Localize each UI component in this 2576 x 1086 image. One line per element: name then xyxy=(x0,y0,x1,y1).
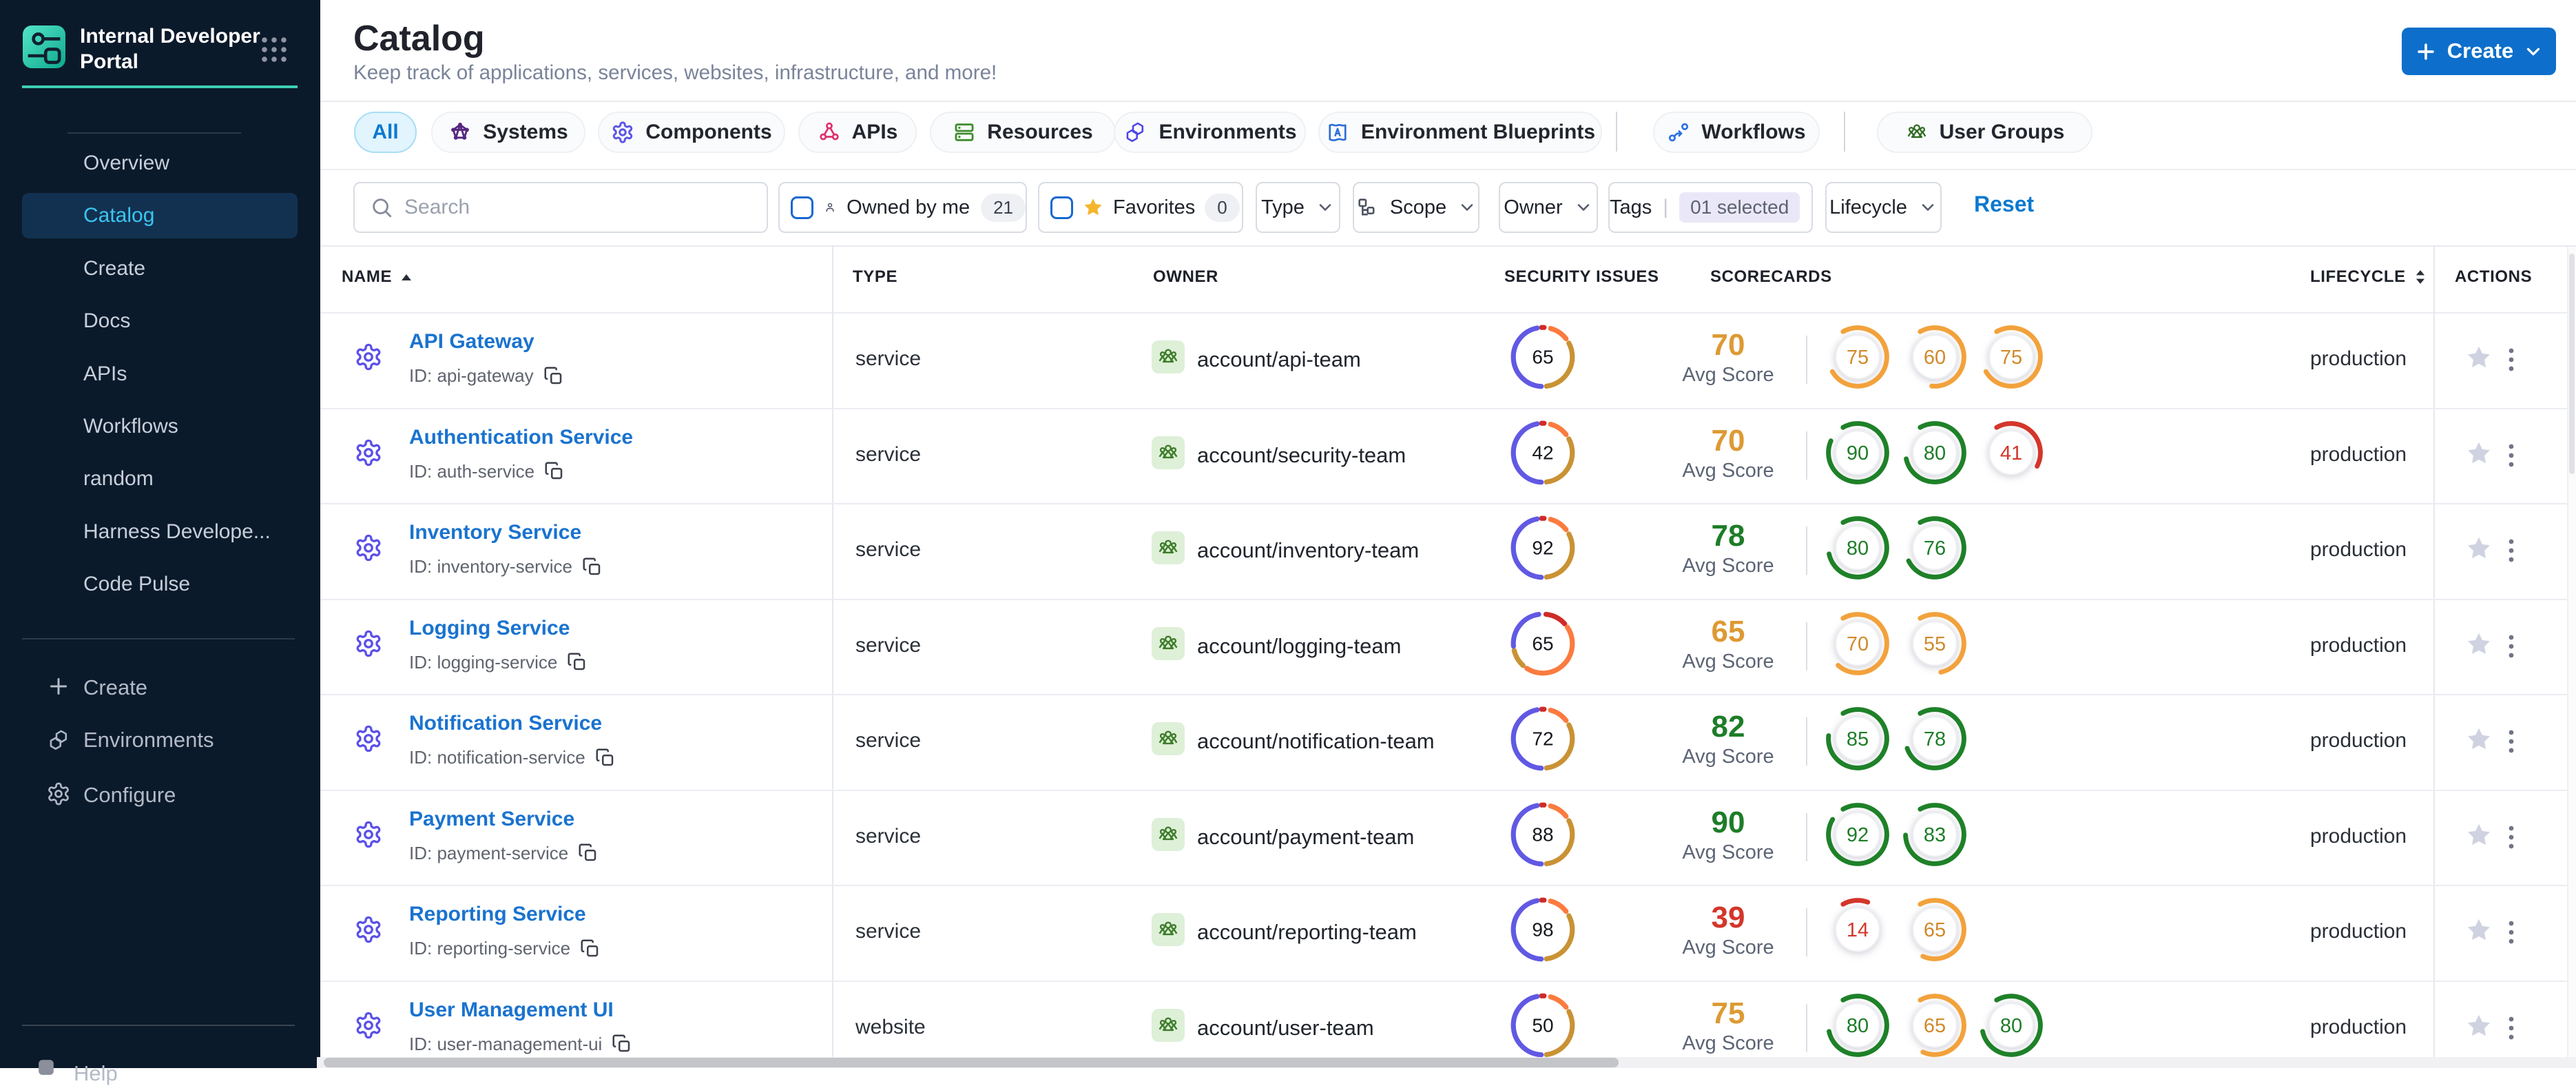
svg-text:80: 80 xyxy=(2000,1015,2022,1037)
svg-text:75: 75 xyxy=(2000,347,2022,369)
svg-text:65: 65 xyxy=(1532,347,1553,368)
svg-text:76: 76 xyxy=(1923,537,1945,560)
svg-text:80: 80 xyxy=(1847,537,1869,560)
svg-text:65: 65 xyxy=(1923,1015,1945,1037)
svg-text:65: 65 xyxy=(1923,919,1945,941)
svg-text:41: 41 xyxy=(2000,442,2022,464)
svg-text:92: 92 xyxy=(1847,824,1869,846)
svg-text:98: 98 xyxy=(1532,919,1553,941)
svg-text:50: 50 xyxy=(1532,1014,1553,1036)
svg-text:85: 85 xyxy=(1847,728,1869,750)
svg-text:72: 72 xyxy=(1532,728,1553,750)
svg-text:60: 60 xyxy=(1923,347,1945,369)
svg-text:83: 83 xyxy=(1923,824,1945,846)
svg-text:65: 65 xyxy=(1532,633,1553,654)
svg-text:75: 75 xyxy=(1847,347,1869,369)
svg-text:70: 70 xyxy=(1847,633,1869,655)
svg-text:80: 80 xyxy=(1923,442,1945,464)
svg-text:55: 55 xyxy=(1923,633,1945,655)
svg-text:90: 90 xyxy=(1847,442,1869,464)
svg-text:78: 78 xyxy=(1923,728,1945,750)
svg-text:92: 92 xyxy=(1532,537,1553,559)
svg-text:42: 42 xyxy=(1532,442,1553,463)
svg-text:88: 88 xyxy=(1532,823,1553,845)
svg-text:14: 14 xyxy=(1847,919,1869,941)
svg-text:80: 80 xyxy=(1847,1015,1869,1037)
